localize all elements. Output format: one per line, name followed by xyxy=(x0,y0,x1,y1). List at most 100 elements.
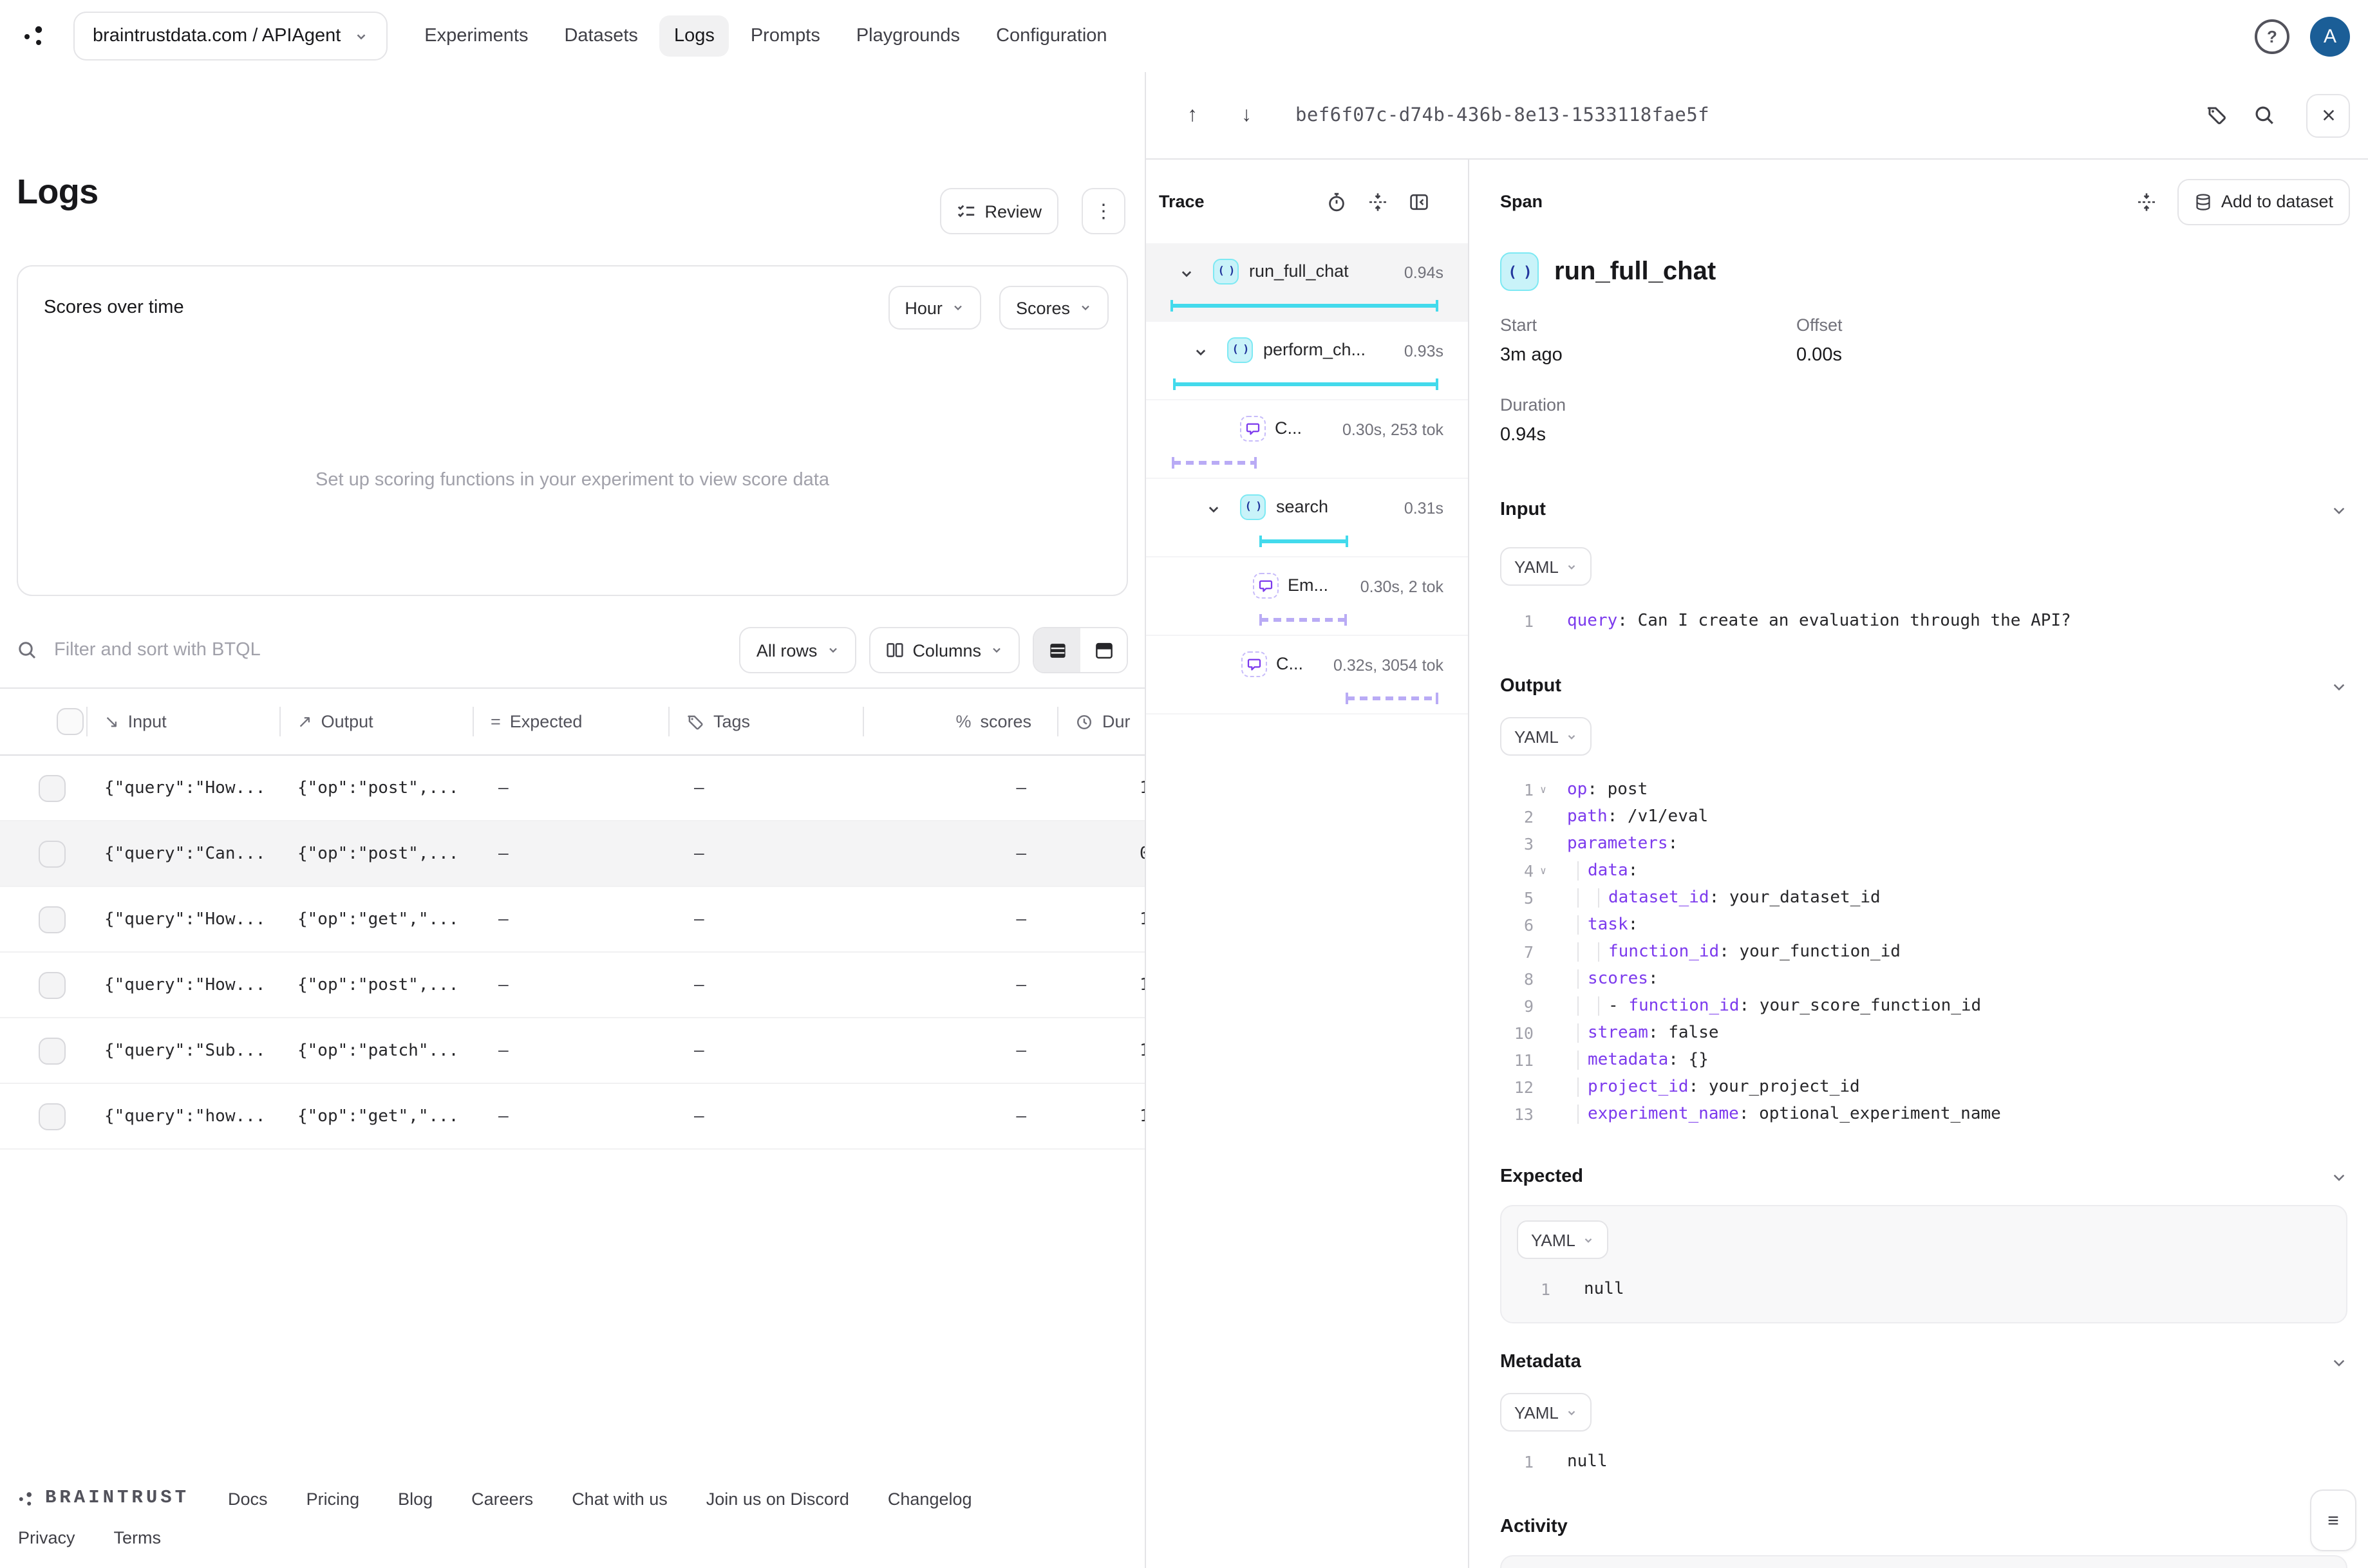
outline-menu-button[interactable]: ≡ xyxy=(2310,1489,2356,1551)
line-collapse-icon[interactable]: ∨ xyxy=(1534,865,1553,877)
timing-toggle-button[interactable] xyxy=(1326,191,1347,212)
help-icon[interactable]: ? xyxy=(2255,19,2289,53)
column-header-expected[interactable]: = Expected xyxy=(473,689,668,754)
chevron-expand-icon[interactable] xyxy=(1207,502,1221,516)
section-collapse-button[interactable] xyxy=(2331,1354,2347,1370)
trace-span-row[interactable]: Em... 0.30s, 2 tok xyxy=(1146,557,1468,636)
column-header-scores[interactable]: % scores xyxy=(863,689,1057,754)
row-checkbox[interactable] xyxy=(39,774,66,801)
span-duration-bar xyxy=(1346,693,1438,704)
trace-span-row[interactable]: ( ) search 0.31s xyxy=(1146,479,1468,557)
chevron-expand-icon[interactable] xyxy=(1194,345,1208,359)
row-view-toggle[interactable] xyxy=(1034,628,1080,672)
input-arrow-icon: ↘ xyxy=(104,711,119,731)
output-format-dropdown[interactable]: YAML xyxy=(1500,717,1592,756)
footer-link-discord[interactable]: Join us on Discord xyxy=(706,1489,849,1508)
table-row[interactable]: {"query":"how...{"op":"get","... –– –1 xyxy=(0,1084,1145,1150)
function-span-icon: ( ) xyxy=(1227,337,1253,363)
tab-experiments[interactable]: Experiments xyxy=(410,15,542,57)
stopwatch-icon xyxy=(1329,192,1344,211)
section-collapse-button[interactable] xyxy=(2331,678,2347,695)
footer-link-privacy[interactable]: Privacy xyxy=(18,1528,75,1547)
close-panel-button[interactable] xyxy=(2306,93,2350,137)
footer-link-terms[interactable]: Terms xyxy=(114,1528,162,1547)
table-row-selected[interactable]: {"query":"Can...{"op":"post",... –– –0 xyxy=(0,821,1145,887)
table-row[interactable]: {"query":"How...{"op":"post",... –– –1 xyxy=(0,953,1145,1018)
select-all-checkbox[interactable] xyxy=(57,708,84,735)
section-collapse-button[interactable] xyxy=(2331,1168,2347,1185)
split-view-toggle[interactable] xyxy=(1080,628,1127,672)
trace-span-row[interactable]: ( ) perform_ch... 0.93s xyxy=(1146,322,1468,400)
llm-span-icon xyxy=(1241,651,1267,677)
metadata-format-dropdown[interactable]: YAML xyxy=(1500,1393,1592,1432)
section-collapse-button[interactable] xyxy=(2331,501,2347,518)
footer-link-blog[interactable]: Blog xyxy=(398,1489,433,1508)
footer-link-changelog[interactable]: Changelog xyxy=(888,1489,972,1508)
project-selector-label: braintrustdata.com / APIAgent xyxy=(93,26,341,46)
span-offset-field: Offset 0.00s xyxy=(1796,315,1843,366)
output-arrow-icon: ↗ xyxy=(297,711,312,731)
trace-span-row[interactable]: ( ) run_full_chat 0.94s xyxy=(1146,243,1468,322)
columns-dropdown[interactable]: Columns xyxy=(869,627,1020,673)
column-header-duration[interactable]: Dur xyxy=(1057,689,1145,754)
tag-button[interactable] xyxy=(2206,104,2228,126)
clock-icon xyxy=(1076,714,1092,729)
collapse-sections-button[interactable] xyxy=(2136,191,2157,212)
expected-editor-box[interactable]: YAML 1 null xyxy=(1500,1205,2347,1323)
column-header-input[interactable]: ↘ Input xyxy=(86,689,279,754)
scores-card-title: Scores over time xyxy=(44,297,184,318)
next-row-button[interactable]: ↓ xyxy=(1234,104,1259,127)
chevron-down-icon xyxy=(1568,1410,1576,1415)
chat-bubble-icon xyxy=(1247,658,1261,671)
row-checkbox[interactable] xyxy=(39,840,66,867)
table-row[interactable]: {"query":"How...{"op":"get","... –– –1 xyxy=(0,887,1145,953)
row-checkbox[interactable] xyxy=(39,1103,66,1130)
footer-link-pricing[interactable]: Pricing xyxy=(306,1489,360,1508)
tab-configuration[interactable]: Configuration xyxy=(982,15,1122,57)
btql-filter-input[interactable] xyxy=(52,639,727,662)
footer-brand: BRAINTRUST xyxy=(18,1488,189,1509)
tab-playgrounds[interactable]: Playgrounds xyxy=(842,15,974,57)
collapse-pane-button[interactable] xyxy=(1409,191,1429,212)
project-selector[interactable]: braintrustdata.com / APIAgent xyxy=(73,12,388,61)
split-view-icon xyxy=(1095,642,1112,658)
tab-datasets[interactable]: Datasets xyxy=(550,15,652,57)
column-header-output[interactable]: ↗ Output xyxy=(279,689,473,754)
tab-prompts[interactable]: Prompts xyxy=(737,15,834,57)
more-options-button[interactable]: ⋮ xyxy=(1082,188,1125,234)
expected-section-title: Expected xyxy=(1500,1166,1583,1187)
footer-link-chat[interactable]: Chat with us xyxy=(572,1489,668,1508)
tab-logs[interactable]: Logs xyxy=(659,15,729,57)
trace-span-row[interactable]: C... 0.32s, 3054 tok xyxy=(1146,636,1468,714)
input-format-dropdown[interactable]: YAML xyxy=(1500,547,1592,586)
row-checkbox[interactable] xyxy=(39,906,66,933)
line-collapse-icon[interactable]: ∨ xyxy=(1534,784,1553,796)
footer-link-careers[interactable]: Careers xyxy=(471,1489,533,1508)
chevron-expand-icon[interactable] xyxy=(1179,266,1194,281)
add-to-dataset-button[interactable]: Add to dataset xyxy=(2177,178,2350,225)
expected-format-dropdown[interactable]: YAML xyxy=(1517,1220,1609,1259)
metric-dropdown-label: Scores xyxy=(1015,298,1070,317)
row-view-icon xyxy=(1049,643,1065,657)
row-checkbox[interactable] xyxy=(39,1037,66,1064)
table-row[interactable]: {"query":"How...{"op":"post",... –– –1 xyxy=(0,756,1145,821)
trace-span-row[interactable]: C... 0.30s, 253 tok xyxy=(1146,400,1468,479)
hamburger-icon: ≡ xyxy=(2327,1509,2339,1531)
column-header-tags[interactable]: Tags xyxy=(668,689,863,754)
rows-filter-dropdown[interactable]: All rows xyxy=(739,627,856,673)
previous-row-button[interactable]: ↑ xyxy=(1179,104,1205,127)
row-checkbox[interactable] xyxy=(39,971,66,998)
interval-dropdown[interactable]: Hour xyxy=(888,286,981,330)
search-icon xyxy=(2255,106,2273,124)
footer-link-docs[interactable]: Docs xyxy=(228,1489,268,1508)
table-row[interactable]: {"query":"Sub...{"op":"patch"... –– –1 xyxy=(0,1018,1145,1084)
review-button[interactable]: Review xyxy=(939,188,1058,234)
search-in-trace-button[interactable] xyxy=(2253,104,2275,126)
avatar[interactable]: A xyxy=(2310,16,2350,56)
chevron-down-icon xyxy=(1082,305,1089,311)
chevron-down-icon xyxy=(829,648,837,653)
chevron-down-icon xyxy=(1568,564,1576,569)
collapse-all-button[interactable] xyxy=(1367,191,1388,212)
metric-dropdown[interactable]: Scores xyxy=(999,286,1109,330)
trace-pane-title: Trace xyxy=(1159,192,1205,211)
